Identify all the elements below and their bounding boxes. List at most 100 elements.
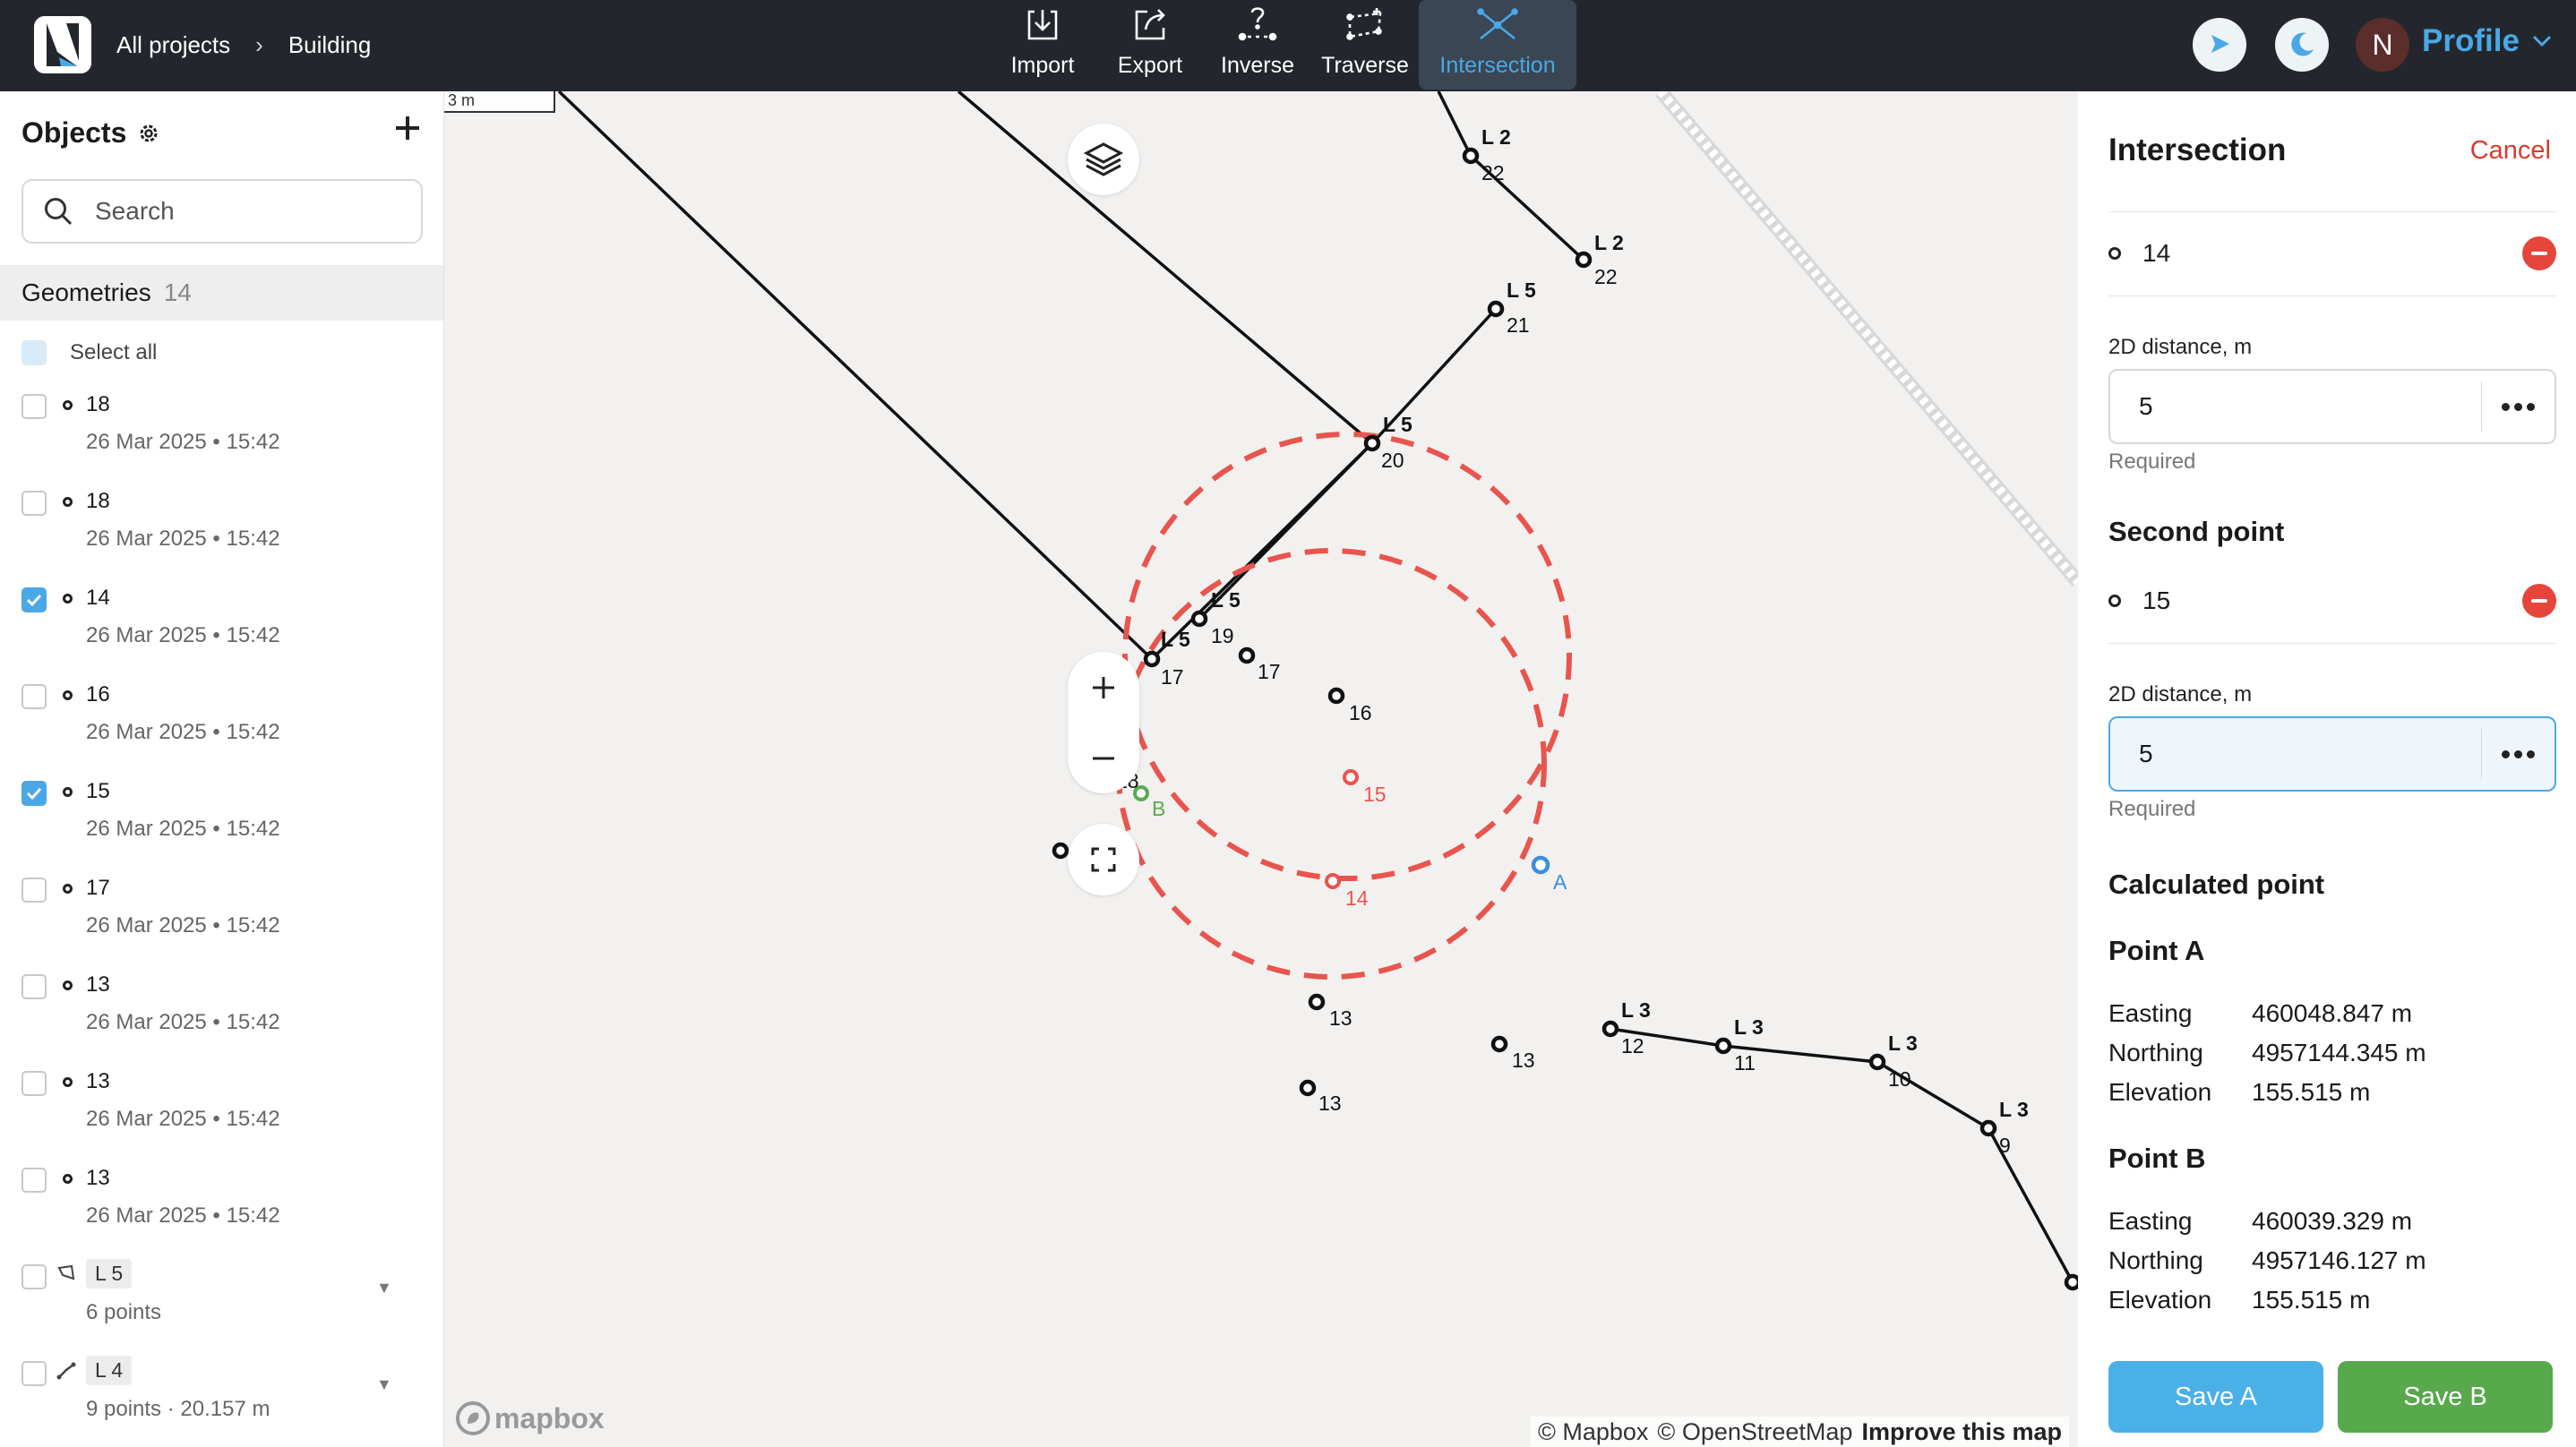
- label-22a: 22: [1481, 161, 1505, 184]
- tool-import-button[interactable]: Import: [989, 0, 1096, 90]
- northing-label: Northing: [2108, 1039, 2203, 1066]
- attribution-improve[interactable]: Improve this map: [1861, 1418, 2062, 1446]
- item-checkbox[interactable]: [21, 974, 47, 999]
- distance-1-field[interactable]: 5: [2108, 369, 2556, 444]
- attribution-mapbox[interactable]: © Mapbox: [1538, 1418, 1648, 1446]
- item-checkbox[interactable]: [21, 491, 47, 516]
- expand-chevron-icon[interactable]: ▼: [376, 1375, 392, 1394]
- label-15: 15: [1363, 783, 1387, 806]
- distance-2-field[interactable]: 5: [2108, 716, 2556, 792]
- item-checkbox[interactable]: [21, 878, 47, 903]
- remove-second-point-button[interactable]: [2522, 584, 2556, 618]
- item-checkbox[interactable]: [21, 1071, 47, 1096]
- mapbox-logo-text: mapbox: [494, 1401, 605, 1434]
- label-13b: 13: [1512, 1049, 1535, 1072]
- map-canvas[interactable]: L 2 22 L 2 22 L 5 21 L 5 20 L 5 19 L 5 1…: [444, 91, 2078, 1447]
- moon-icon: [2291, 32, 2314, 56]
- distance-2-more-button[interactable]: [2481, 729, 2555, 779]
- tool-traverse-label: Traverse: [1321, 53, 1409, 78]
- point-icon: [63, 690, 73, 700]
- distance-1-more-button[interactable]: [2481, 381, 2555, 432]
- list-item[interactable]: 15 26 Mar 2025 • 15:42: [0, 774, 443, 870]
- point-b-easting: 460039.329 m: [2252, 1207, 2413, 1235]
- point-15-marker[interactable]: [1343, 769, 1359, 785]
- point-b-elevation: 155.515 m: [2252, 1286, 2371, 1314]
- item-checkbox[interactable]: [21, 1361, 47, 1386]
- search-input[interactable]: [95, 197, 399, 226]
- item-detail: 26 Mar 2025 • 15:42: [86, 527, 280, 551]
- zoom-in-button[interactable]: [1068, 652, 1139, 723]
- geometries-section-header[interactable]: Geometries 14: [0, 265, 443, 321]
- list-item[interactable]: 18 26 Mar 2025 • 15:42: [0, 387, 443, 484]
- distance-2-input[interactable]: 5: [2110, 740, 2481, 768]
- point-b-title: Point B: [2108, 1143, 2206, 1174]
- point-icon: [63, 884, 73, 894]
- traverse-icon: [1346, 8, 1382, 40]
- second-point-row: 15: [2108, 578, 2556, 623]
- item-name: 18: [86, 392, 110, 416]
- search-field[interactable]: [21, 179, 423, 244]
- remove-first-point-button[interactable]: [2522, 236, 2556, 270]
- cancel-button[interactable]: Cancel: [2470, 136, 2551, 166]
- tool-traverse-button[interactable]: Traverse: [1311, 0, 1419, 90]
- save-b-button[interactable]: Save B: [2338, 1361, 2553, 1433]
- item-name: L 4: [86, 1356, 133, 1385]
- list-item[interactable]: 16 26 Mar 2025 • 15:42: [0, 677, 443, 774]
- list-item[interactable]: L 5 ▼ 6 points: [0, 1257, 443, 1354]
- list-item[interactable]: 17 26 Mar 2025 • 15:42: [0, 870, 443, 967]
- point-14-marker[interactable]: [1325, 873, 1341, 889]
- distance-circle-15: [1122, 432, 1572, 881]
- select-all-row[interactable]: Select all: [21, 340, 157, 365]
- plus-icon: [396, 116, 419, 140]
- point-a-marker[interactable]: [1531, 855, 1550, 875]
- location-button[interactable]: [2193, 18, 2246, 72]
- distance-2-label: 2D distance, m: [2108, 682, 2253, 706]
- label-21: 21: [1507, 313, 1530, 337]
- avatar[interactable]: N: [2356, 18, 2409, 72]
- tool-export-label: Export: [1117, 53, 1183, 78]
- point-b-elevation-row: Elevation 155.515 m: [2108, 1286, 2370, 1314]
- panel-title: Intersection: [2108, 133, 2287, 167]
- point-icon: [63, 400, 73, 410]
- list-item[interactable]: 13 26 Mar 2025 • 15:42: [0, 1064, 443, 1160]
- item-checkbox[interactable]: [21, 1264, 47, 1289]
- settings-gear-icon[interactable]: [137, 122, 160, 145]
- item-detail: 26 Mar 2025 • 15:42: [86, 720, 280, 744]
- mapbox-logo[interactable]: mapbox: [455, 1400, 605, 1436]
- breadcrumb-all-projects[interactable]: All projects: [116, 31, 230, 59]
- tool-export-button[interactable]: Export: [1096, 0, 1204, 90]
- list-item[interactable]: 18 26 Mar 2025 • 15:42: [0, 484, 443, 580]
- list-item[interactable]: 14 26 Mar 2025 • 15:42: [0, 580, 443, 677]
- chevron-down-icon: [2532, 35, 2551, 47]
- intersection-panel: Intersection Cancel 14 2D distance, m 5 …: [2078, 91, 2576, 1447]
- tool-intersection-button[interactable]: Intersection: [1419, 0, 1576, 90]
- item-checkbox[interactable]: [21, 587, 47, 612]
- list-item[interactable]: L 4 ▼ 9 points · 20.157 m: [0, 1354, 443, 1447]
- tool-inverse-button[interactable]: Inverse: [1204, 0, 1311, 90]
- fullscreen-button[interactable]: [1068, 824, 1139, 895]
- select-all-checkbox[interactable]: [21, 340, 47, 365]
- expand-chevron-icon[interactable]: ▼: [376, 1279, 392, 1297]
- point-b-easting-row: Easting 460039.329 m: [2108, 1207, 2412, 1236]
- list-item[interactable]: 13 26 Mar 2025 • 15:42: [0, 967, 443, 1064]
- save-a-button[interactable]: Save A: [2108, 1361, 2323, 1433]
- add-object-button[interactable]: [387, 107, 428, 149]
- fullscreen-icon: [1091, 847, 1116, 872]
- item-name: 14: [86, 586, 110, 610]
- distance-1-required: Required: [2108, 450, 2196, 474]
- map-drawing[interactable]: L 2 22 L 2 22 L 5 21 L 5 20 L 5 19 L 5 1…: [444, 91, 2078, 1447]
- item-checkbox[interactable]: [21, 684, 47, 709]
- zoom-out-button[interactable]: [1068, 723, 1139, 793]
- dark-mode-toggle[interactable]: [2275, 18, 2329, 72]
- list-item[interactable]: 13 26 Mar 2025 • 15:42: [0, 1160, 443, 1257]
- app-logo-icon[interactable]: [34, 16, 91, 73]
- item-checkbox[interactable]: [21, 394, 47, 419]
- layers-button[interactable]: [1068, 124, 1139, 195]
- breadcrumb-building[interactable]: Building: [288, 31, 372, 59]
- profile-menu[interactable]: Profile: [2422, 23, 2552, 59]
- item-checkbox[interactable]: [21, 1168, 47, 1193]
- item-checkbox[interactable]: [21, 781, 47, 806]
- distance-1-input[interactable]: 5: [2110, 392, 2481, 421]
- attribution-osm[interactable]: © OpenStreetMap: [1657, 1418, 1852, 1446]
- second-point-title: Second point: [2108, 516, 2285, 547]
